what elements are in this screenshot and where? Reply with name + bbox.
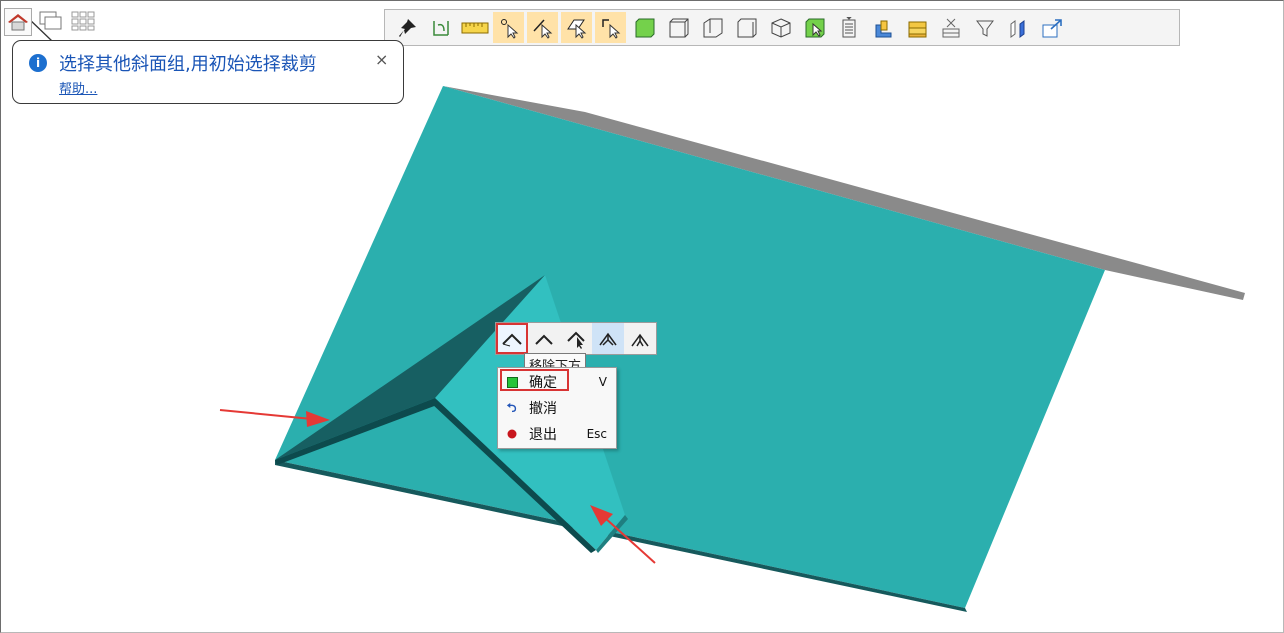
close-icon[interactable]: × [375,50,388,69]
top-toolbar [384,9,1180,46]
grid-icon[interactable] [70,8,96,34]
view-tabs [4,8,96,36]
box-right-icon[interactable] [731,12,762,43]
roof-split-icon[interactable] [592,323,624,354]
select-face-icon[interactable] [561,12,592,43]
exit-red-dot-icon [506,428,518,440]
roof-peak-icon[interactable] [528,323,560,354]
layers-icon[interactable] [867,12,898,43]
balloon-message: 选择其他斜面组,用初始选择裁剪 [59,54,317,75]
select-corner-icon[interactable] [595,12,626,43]
export-icon[interactable] [1037,12,1068,43]
info-balloon: i 选择其他斜面组,用初始选择裁剪 帮助... × [12,40,404,104]
box-front-icon[interactable] [629,12,660,43]
box-iso-icon[interactable] [765,12,796,43]
menu-item-label: 撤消 [529,401,557,417]
menu-item-exit[interactable]: 退出 Esc [498,422,616,446]
roof-trim-toolbar [495,322,657,355]
roof-select-icon[interactable] [560,323,592,354]
trim-roof-icon[interactable] [496,323,528,354]
home-roof-icon[interactable] [4,8,32,36]
menu-item-undo[interactable]: 撤消 [498,396,616,420]
ruler-icon[interactable] [459,12,490,43]
select-point-icon[interactable] [493,12,524,43]
roof-main-plane[interactable] [275,86,1105,608]
folder-stack-icon[interactable] [901,12,932,43]
filter-icon[interactable] [969,12,1000,43]
info-icon: i [29,54,47,72]
walls-icon[interactable] [1003,12,1034,43]
box-wire-icon[interactable] [663,12,694,43]
menu-shortcut: Esc [586,427,607,441]
list-icon[interactable] [833,12,864,43]
box-left-icon[interactable] [697,12,728,43]
roof-join-icon[interactable] [624,323,656,354]
axis-rotate-icon[interactable] [425,12,456,43]
confirm-highlight-box [500,369,569,391]
menu-shortcut: V [598,375,607,389]
undo-arrow-icon [506,402,518,414]
help-link[interactable]: 帮助... [59,78,97,97]
box-select-icon[interactable] [799,12,830,43]
menu-item-label: 退出 [529,427,557,443]
select-edge-icon[interactable] [527,12,558,43]
clear-stack-icon[interactable] [935,12,966,43]
pin-icon[interactable] [391,12,422,43]
window-cascade-icon[interactable] [38,8,64,34]
